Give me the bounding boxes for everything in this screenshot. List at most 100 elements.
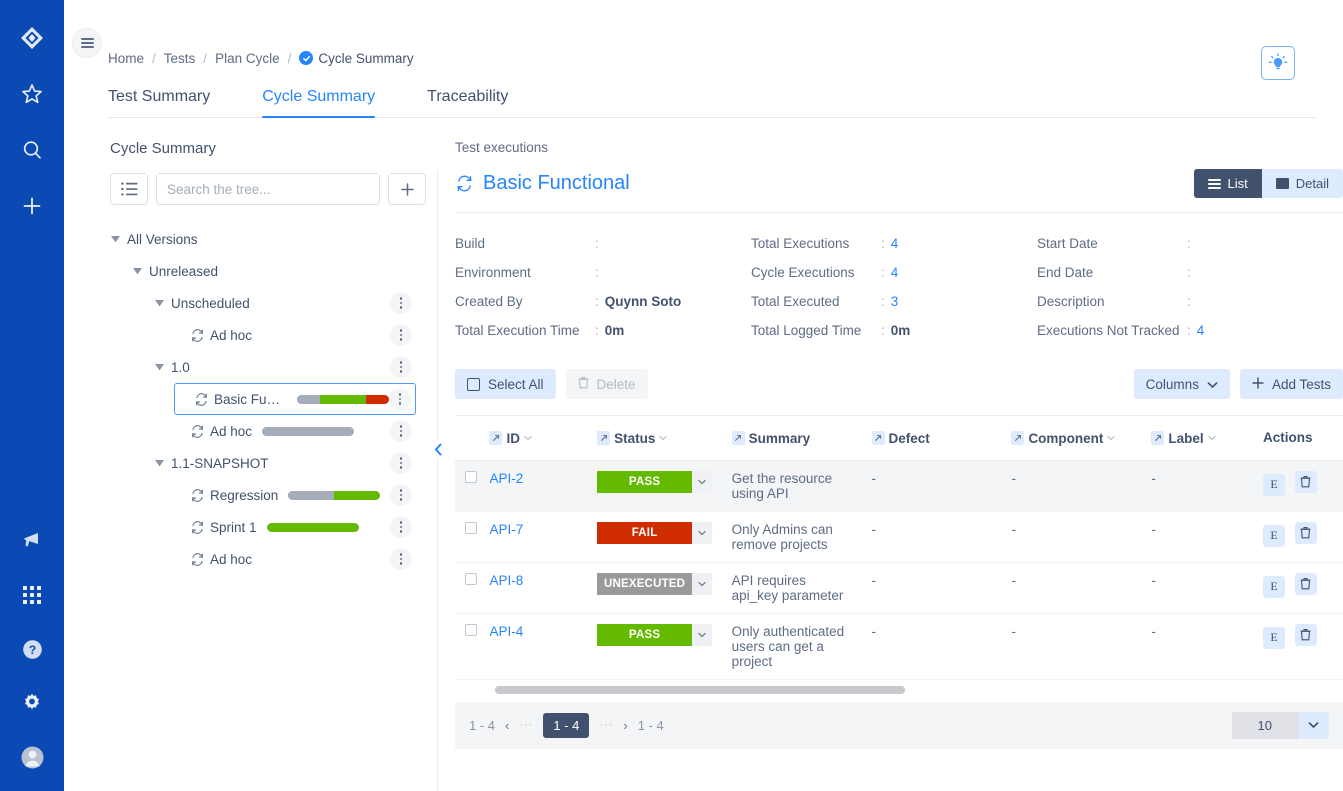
pin-icon[interactable]	[871, 431, 885, 445]
columns-button[interactable]: Columns	[1133, 369, 1230, 399]
node-context-menu-icon[interactable]	[390, 356, 412, 378]
chevron-down-icon[interactable]	[1207, 433, 1216, 443]
star-icon[interactable]	[16, 78, 48, 110]
status-control[interactable]: FAIL	[597, 521, 713, 544]
status-control[interactable]: PASS	[597, 623, 713, 646]
select-all-button[interactable]: Select All	[455, 369, 556, 399]
column-header-label[interactable]: Label	[1151, 416, 1259, 461]
breadcrumb-item-cycle-summary[interactable]: Cycle Summary	[299, 51, 414, 66]
row-checkbox[interactable]	[465, 470, 477, 483]
lightbulb-icon[interactable]	[1261, 46, 1295, 80]
chevron-down-icon[interactable]	[1298, 711, 1329, 739]
tab-cycle-summary[interactable]: Cycle Summary	[262, 88, 375, 118]
table-row[interactable]: API-4 PASS Only authenticated users can ge…	[455, 613, 1343, 680]
caret-down-icon[interactable]	[152, 363, 166, 371]
help-icon[interactable]: ?	[16, 633, 48, 665]
tab-traceability[interactable]: Traceability	[427, 88, 508, 117]
caret-down-icon[interactable]	[152, 299, 166, 307]
chevron-down-icon[interactable]	[1107, 433, 1116, 443]
settings-gear-icon[interactable]	[16, 687, 48, 719]
node-context-menu-icon[interactable]	[389, 388, 411, 410]
trash-icon[interactable]	[1294, 470, 1317, 493]
search-icon[interactable]	[16, 134, 48, 166]
node-context-menu-icon[interactable]	[390, 484, 412, 506]
node-context-menu-icon[interactable]	[390, 452, 412, 474]
scrollbar-thumb[interactable]	[495, 685, 905, 694]
breadcrumb-item-home[interactable]: Home	[108, 51, 144, 66]
node-context-menu-icon[interactable]	[390, 420, 412, 442]
column-header-id[interactable]: ID	[489, 416, 598, 461]
row-checkbox[interactable]	[465, 623, 477, 636]
trash-icon[interactable]	[1294, 623, 1317, 646]
page-size-selector[interactable]: 10	[1231, 711, 1329, 739]
megaphone-icon[interactable]	[16, 525, 48, 557]
tab-test-summary[interactable]: Test Summary	[108, 88, 210, 117]
test-id-link[interactable]: API-7	[489, 522, 523, 537]
test-id-link[interactable]: API-4	[489, 624, 523, 639]
delete-button[interactable]: Delete	[565, 369, 648, 399]
tree-node[interactable]: Unscheduled	[152, 287, 416, 319]
edit-button[interactable]: E	[1262, 575, 1285, 598]
row-checkbox[interactable]	[465, 521, 477, 534]
tree-node[interactable]: Ad hoc	[174, 415, 416, 447]
column-header-actions[interactable]: Actions	[1258, 416, 1343, 461]
pin-icon[interactable]	[489, 431, 503, 445]
view-toggle-detail[interactable]: Detail	[1261, 169, 1343, 198]
pin-icon[interactable]	[731, 431, 745, 445]
table-horizontal-scrollbar[interactable]	[495, 685, 1343, 694]
plus-icon[interactable]	[16, 190, 48, 222]
add-tests-button[interactable]: Add Tests	[1239, 369, 1343, 399]
edit-button[interactable]: E	[1262, 626, 1285, 649]
status-dropdown-icon[interactable]	[692, 470, 713, 493]
pin-icon[interactable]	[597, 431, 611, 445]
caret-down-icon[interactable]	[130, 267, 144, 275]
jira-logo-icon[interactable]	[16, 22, 48, 54]
chevron-down-icon[interactable]	[524, 433, 532, 443]
hamburger-icon[interactable]	[72, 28, 102, 58]
caret-down-icon[interactable]	[152, 459, 166, 467]
edit-button[interactable]: E	[1262, 524, 1285, 547]
trash-icon[interactable]	[1294, 521, 1317, 544]
status-control[interactable]: UNEXECUTED	[597, 572, 713, 595]
node-context-menu-icon[interactable]	[390, 324, 412, 346]
tree-node[interactable]: 1.0	[152, 351, 416, 383]
pin-icon[interactable]	[1011, 431, 1025, 445]
tree-node[interactable]: All Versions	[108, 223, 416, 255]
tree-node[interactable]: Sprint 1	[174, 511, 416, 543]
table-row[interactable]: API-7 FAIL Only Admins can remove projects…	[455, 511, 1343, 563]
view-toggle-list[interactable]: List	[1193, 169, 1262, 198]
node-context-menu-icon[interactable]	[390, 548, 412, 570]
breadcrumb-item-tests[interactable]: Tests	[164, 51, 196, 66]
row-checkbox[interactable]	[465, 572, 477, 585]
chevron-left-icon[interactable]: ‹	[505, 718, 509, 733]
pin-icon[interactable]	[1151, 431, 1165, 445]
chevron-down-icon[interactable]	[659, 433, 668, 443]
status-dropdown-icon[interactable]	[692, 572, 713, 595]
tree-node[interactable]: 1.1-SNAPSHOT	[152, 447, 416, 479]
chevron-left-icon[interactable]	[430, 440, 446, 458]
tree-node[interactable]: Ad hoc	[174, 319, 416, 351]
pagination-current-page[interactable]: 1 - 4	[543, 712, 590, 738]
test-id-link[interactable]: API-8	[489, 573, 523, 588]
edit-button[interactable]: E	[1262, 473, 1285, 496]
trash-icon[interactable]	[1294, 572, 1317, 595]
chevron-right-icon[interactable]: ›	[623, 718, 627, 733]
list-view-icon[interactable]	[110, 173, 148, 205]
table-row[interactable]: API-2 PASS Get the resource using API - - - E	[455, 460, 1343, 512]
avatar-icon[interactable]	[16, 741, 48, 773]
tree-node[interactable]: Basic Functional	[174, 383, 416, 415]
table-row[interactable]: API-8 UNEXECUTED API requires api_key para…	[455, 562, 1343, 614]
caret-down-icon[interactable]	[108, 235, 122, 243]
status-control[interactable]: PASS	[597, 470, 713, 493]
column-header-status[interactable]: Status	[597, 416, 732, 461]
column-header-defect[interactable]: Defect	[871, 416, 1012, 461]
status-dropdown-icon[interactable]	[692, 623, 713, 646]
status-dropdown-icon[interactable]	[692, 521, 713, 544]
node-context-menu-icon[interactable]	[390, 292, 412, 314]
search-input[interactable]	[156, 173, 380, 205]
tree-node[interactable]: Ad hoc	[174, 543, 416, 575]
column-header-summary[interactable]: Summary	[731, 416, 872, 461]
tree-node[interactable]: Unreleased	[130, 255, 416, 287]
add-cycle-button[interactable]	[388, 173, 426, 205]
tree-node[interactable]: Regression	[174, 479, 416, 511]
